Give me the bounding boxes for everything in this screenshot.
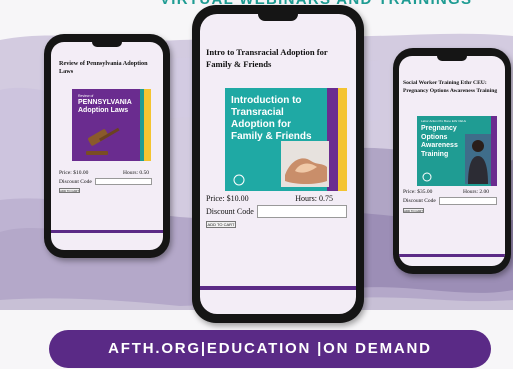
discount-code-input[interactable]: [438, 197, 497, 205]
yellow-stripe: [338, 88, 347, 191]
bottom-banner[interactable]: AFTH.ORG|EDUCATION |ON DEMAND: [49, 330, 491, 368]
thumb-title: Introduction to Transracial Adoption for…: [231, 95, 312, 142]
add-to-cart-button[interactable]: ADD TO CART: [206, 221, 236, 228]
phone-right-screen: Social Worker Training Ethr CEU: Pregnan…: [399, 56, 505, 266]
purple-footer-bar: [200, 286, 356, 290]
thumb-small-label: Labor Action Pro Bono Ethr CEUs: [421, 119, 467, 123]
discount-label: Discount Code: [59, 178, 92, 185]
phone-notch: [258, 14, 298, 21]
phone-left: Review of Pennsylvania Adoption Laws Rev…: [44, 34, 170, 258]
teal-stripe: [140, 89, 144, 161]
hours-label: Hours: 0.75: [295, 194, 333, 203]
purple-footer-bar: [399, 254, 505, 257]
price-row: Price: $35.00 Hours: 2.00: [403, 189, 489, 195]
discount-row: Discount Code: [403, 197, 497, 205]
discount-label: Discount Code: [206, 207, 254, 216]
yellow-stripe: [144, 89, 151, 161]
discount-label: Discount Code: [403, 198, 436, 204]
price-label: Price: $35.00: [403, 189, 433, 195]
course-thumbnail[interactable]: Labor Action Pro Bono Ethr CEUs Pregnanc…: [417, 116, 497, 186]
phone-center-screen: Intro to Transracial Adoption for Family…: [200, 14, 356, 314]
purple-footer-bar: [51, 230, 163, 233]
person-photo: [465, 134, 491, 184]
thumb-title: PENNSYLVANIA Adoption Laws: [78, 99, 132, 114]
phone-center: Intro to Transracial Adoption for Family…: [192, 5, 364, 323]
add-to-cart-button[interactable]: ADD TO CART: [403, 208, 424, 213]
course-thumbnail[interactable]: Review of PENNSYLVANIA Adoption Laws: [72, 89, 151, 161]
price-row: Price: $10.00 Hours: 0.50: [59, 170, 149, 176]
phone-notch: [437, 56, 467, 61]
course-thumbnail[interactable]: Introduction to Transracial Adoption for…: [225, 88, 347, 191]
course-title[interactable]: Social Worker Training Ethr CEU: Pregnan…: [403, 80, 503, 95]
purple-stripe: [491, 116, 497, 186]
discount-row: Discount Code: [206, 205, 347, 218]
price-label: Price: $10.00: [59, 170, 89, 176]
phone-right: Social Worker Training Ethr CEU: Pregnan…: [393, 48, 511, 274]
thumb-title: Pregnancy Options Awareness Training: [421, 125, 458, 158]
course-title[interactable]: Intro to Transracial Adoption for Family…: [206, 47, 352, 70]
price-label: Price: $10.00: [206, 194, 249, 203]
gavel-icon: [86, 127, 120, 155]
hours-label: Hours: 2.00: [463, 189, 489, 195]
discount-code-input[interactable]: [94, 178, 152, 185]
price-row: Price: $10.00 Hours: 0.75: [206, 194, 333, 203]
phone-notch: [92, 42, 122, 47]
course-title[interactable]: Review of Pennsylvania Adoption Laws: [59, 60, 157, 77]
discount-row: Discount Code: [59, 178, 152, 185]
discount-code-input[interactable]: [256, 205, 347, 218]
phone-left-screen: Review of Pennsylvania Adoption Laws Rev…: [51, 42, 163, 250]
logo-icon: [422, 172, 432, 182]
thumb-small-label: Review of: [78, 94, 94, 98]
hands-photo: [281, 141, 329, 187]
hours-label: Hours: 0.50: [123, 170, 149, 176]
add-to-cart-button[interactable]: ADD TO CART: [59, 188, 80, 193]
logo-icon: [233, 174, 245, 186]
